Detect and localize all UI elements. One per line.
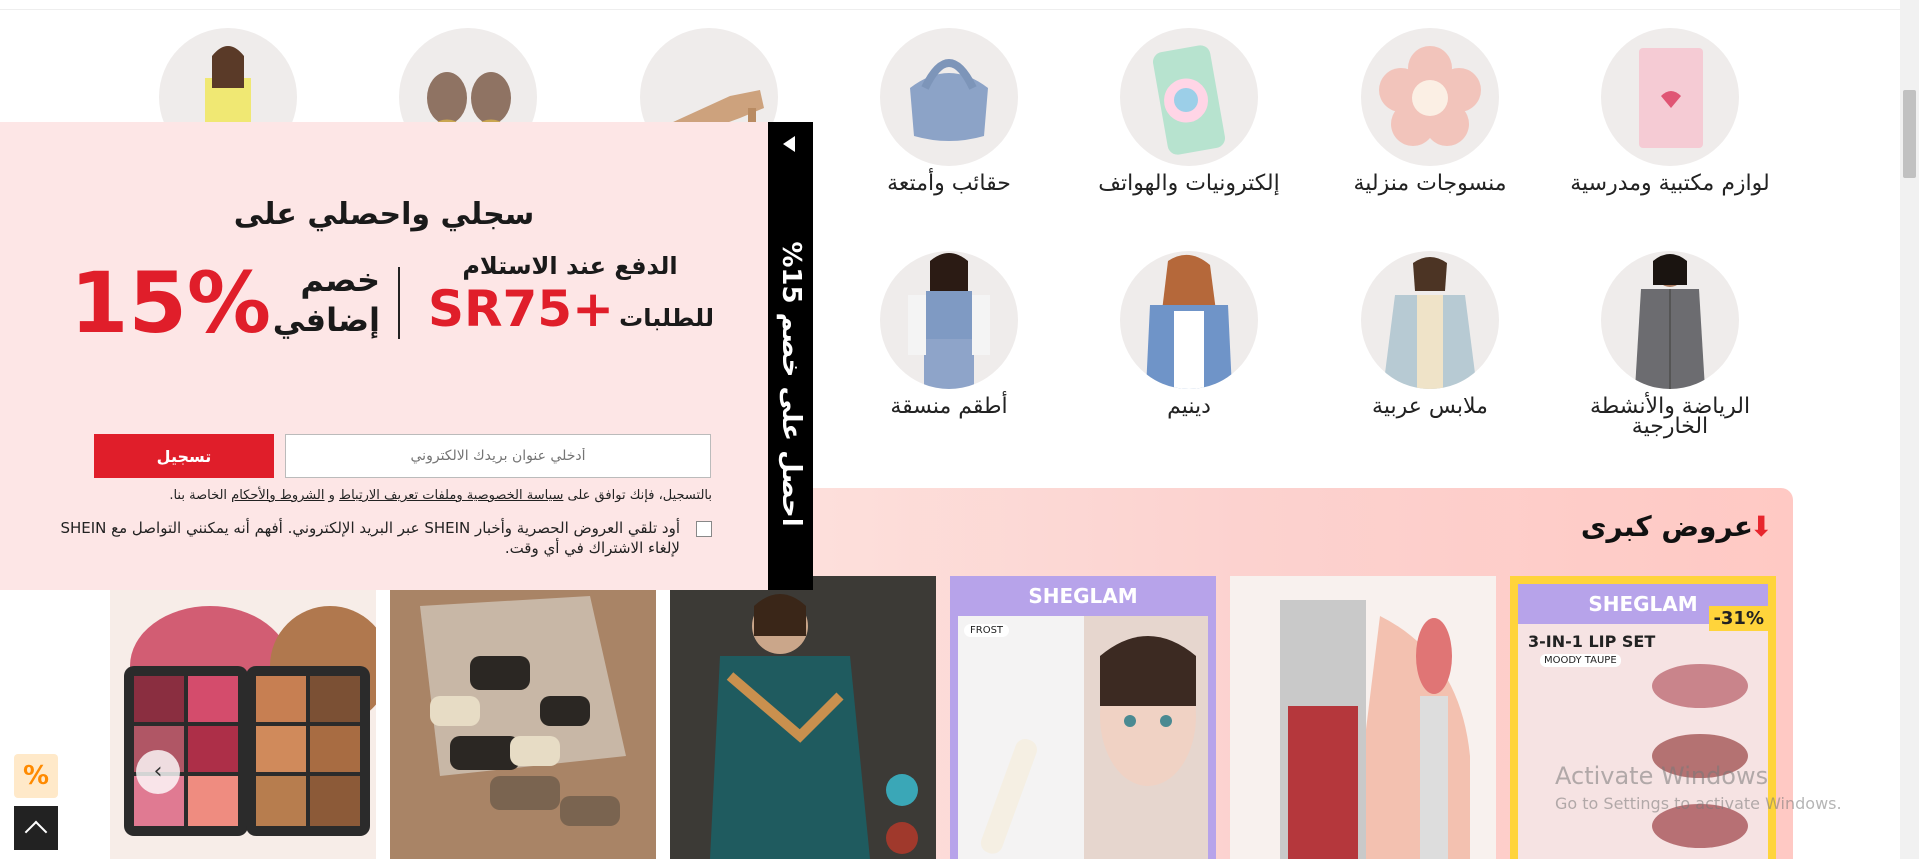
product-card-lip-oil[interactable] (1230, 576, 1496, 859)
category-label: دينيم (1167, 394, 1211, 419)
discount-badge: -31% (1709, 606, 1768, 631)
arab-clothing-icon (1361, 251, 1499, 389)
scrollbar-thumb[interactable] (1903, 90, 1916, 178)
home-textile-icon (1361, 28, 1499, 166)
top-strip (0, 0, 1900, 10)
divider (398, 267, 400, 339)
watermark-line2: Go to Settings to activate Windows. (1555, 794, 1842, 813)
face-icon (980, 636, 1196, 854)
denim-icon (1120, 251, 1258, 389)
handbag-icon (880, 28, 1018, 166)
windows-watermark: Activate Windows Go to Settings to activ… (1555, 762, 1842, 813)
product-card-sheglam-frost[interactable]: SHEGLAM FROST (950, 576, 1216, 859)
category-label: أطقم منسقة (890, 394, 1008, 419)
down-arrow-icon: ⬇ (1749, 510, 1773, 543)
lip-oil-icon (1280, 600, 1470, 859)
terms-prefix: بالتسجيل، فإنك توافق على (567, 488, 712, 503)
terms-and: و (328, 488, 335, 503)
category-arab-clothing[interactable]: ملابس عربية (1330, 251, 1530, 419)
palette-icon (124, 606, 376, 836)
category-label: الرياضة والأنشطة الخارجية (1589, 394, 1751, 439)
category-coordinated-sets[interactable]: أطقم منسقة (849, 251, 1049, 419)
category-electronics[interactable]: إلكترونيات والهواتف (1089, 28, 1289, 196)
orders-prefix: للطلبات (619, 304, 714, 332)
terms-text: بالتسجيل، فإنك توافق على سياسة الخصوصية … (60, 488, 712, 503)
discount-side-tab[interactable]: احصل على خصم 15% (768, 122, 813, 590)
collapse-arrow-icon[interactable] (783, 136, 795, 152)
category-sports[interactable]: الرياضة والأنشطة الخارجية (1570, 251, 1770, 439)
category-home-textile[interactable]: منسوجات منزلية (1330, 28, 1530, 196)
category-denim[interactable]: دينيم (1089, 251, 1289, 419)
category-label: منسوجات منزلية (1353, 171, 1507, 196)
brand-label: SHEGLAM (1028, 584, 1138, 608)
cod-line: الدفع عند الاستلام (462, 252, 678, 280)
shawl-icon (710, 594, 918, 859)
coordinated-sets-icon (880, 251, 1018, 389)
product-card-shawl[interactable] (670, 576, 936, 859)
register-button[interactable]: تسجيل (94, 434, 274, 478)
optin-checkbox[interactable] (696, 521, 712, 537)
lips-icon (1652, 664, 1748, 848)
email-field[interactable] (285, 434, 711, 478)
product-card-palette[interactable] (110, 576, 376, 859)
stationery-icon (1601, 28, 1739, 166)
page-scrollbar[interactable] (1900, 0, 1919, 859)
optin-row: أود تلقي العروض الحصرية وأخبار SHEIN عبر… (60, 518, 712, 558)
category-label: ملابس عربية (1372, 394, 1488, 419)
privacy-policy-link[interactable]: سياسة الخصوصية وملفات تعريف الارتباط (339, 488, 563, 503)
category-label: حقائب وأمتعة (887, 171, 1011, 196)
carousel-prev-button[interactable]: ‹ (136, 750, 180, 794)
category-bags[interactable]: حقائب وأمتعة (849, 28, 1049, 196)
category-label: إلكترونيات والهواتف (1098, 171, 1280, 196)
orders-amount: SR75+ (427, 280, 614, 338)
cod-offer: الدفع عند الاستلام للطلبات SR75+ (420, 252, 720, 338)
discount-percent: 15% (70, 254, 272, 352)
watermark-line1: Activate Windows (1555, 762, 1769, 790)
side-tab-label: احصل على خصم 15% (775, 241, 806, 527)
discount-words: خصم إضافي (273, 260, 380, 340)
sportswear-icon (1601, 251, 1739, 389)
hair-clips-icon (420, 596, 626, 826)
back-to-top-button[interactable] (14, 806, 58, 850)
popup-title: سجلي واحصلي على (233, 197, 535, 232)
product-card-hair-clips[interactable] (390, 576, 656, 859)
discount-offer: 15% خصم إضافي (70, 252, 380, 352)
product-card-lip-set[interactable]: SHEGLAM -31% 3-IN-1 LIP SET MOODY TAUPE (1510, 576, 1776, 859)
discount-word-1: خصم (300, 261, 380, 299)
terms-conditions-link[interactable]: الشروط والأحكام (231, 488, 324, 503)
discount-float-icon[interactable]: % (14, 754, 58, 798)
phone-case-icon (1120, 28, 1258, 166)
category-label: لوازم مكتبية ومدرسية (1570, 171, 1770, 196)
product-subtitle: 3-IN-1 LIP SET (1528, 632, 1656, 651)
discount-word-2: إضافي (272, 301, 380, 339)
optin-text: أود تلقي العروض الحصرية وأخبار SHEIN عبر… (60, 519, 680, 557)
category-stationery[interactable]: لوازم مكتبية ومدرسية (1570, 28, 1770, 196)
signup-popup: سجلي واحصلي على الدفع عند الاستلام للطلب… (0, 122, 768, 590)
deals-title: عروض كبرى (1580, 510, 1753, 543)
product-shade: MOODY TAUPE (1540, 654, 1621, 667)
terms-suffix: الخاصة بنا. (169, 488, 228, 503)
